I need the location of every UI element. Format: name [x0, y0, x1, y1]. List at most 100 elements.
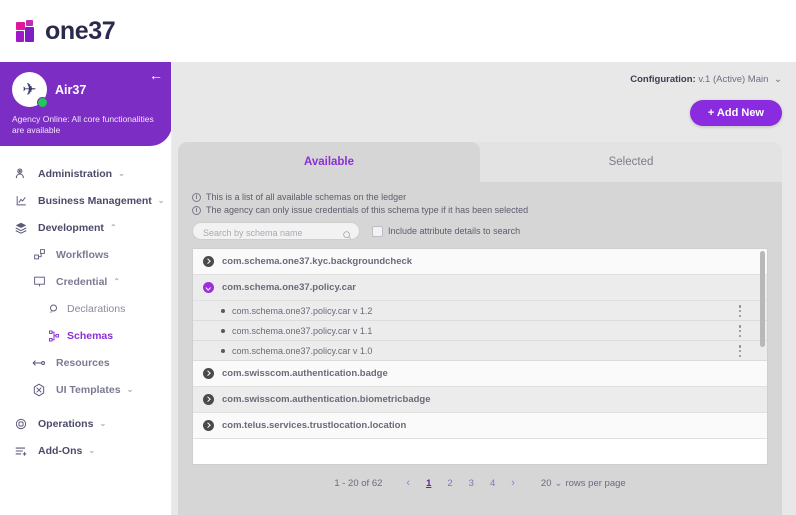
sidebar-item-label: Schemas	[67, 329, 114, 342]
airplane-globe-avatar-icon: ✈	[22, 80, 37, 99]
pagination-page-2[interactable]: 2	[439, 478, 460, 489]
bullet-icon	[221, 308, 225, 313]
chevron-down-icon: ⌄	[157, 196, 165, 205]
pagination-range: 1 - 20 of 62	[334, 477, 383, 489]
pagination-next-button[interactable]: ›	[503, 477, 523, 489]
sidebar-item-schemas[interactable]: Schemas	[0, 322, 171, 349]
add-new-button[interactable]: + Add New	[689, 100, 782, 126]
chevron-right-circle-icon[interactable]	[203, 368, 214, 379]
sidebar-item-credential[interactable]: Credential ⌃	[0, 268, 171, 295]
schemas-nodes-icon	[46, 328, 61, 343]
sidebar-item-label: Development	[38, 221, 104, 234]
sidebar-item-label: Workflows	[56, 248, 109, 261]
sidebar-item-ui-templates[interactable]: UI Templates ⌄	[0, 376, 171, 403]
chevron-right-circle-icon[interactable]	[203, 394, 214, 405]
body-wrapper: ← ✈ Air37 Agency Online: All core functi…	[0, 62, 796, 515]
configuration-label: Configuration:	[630, 74, 696, 85]
schemas-card: Available Selected i This is a list of a…	[178, 142, 782, 515]
schema-name: com.telus.services.trustlocation.locatio…	[222, 420, 407, 431]
schema-row[interactable]: com.swisscom.authentication.biometricbad…	[193, 387, 767, 413]
checkbox-box[interactable]	[372, 225, 383, 237]
schema-version-label: com.schema.one37.policy.car v 1.2	[232, 305, 373, 316]
search-input[interactable]	[193, 225, 359, 241]
sidebar-item-add-ons[interactable]: Add-Ons ⌄	[0, 437, 171, 464]
pagination-page-4[interactable]: 4	[482, 478, 503, 489]
sidebar-item-operations[interactable]: Operations ⌄	[0, 410, 171, 437]
avatar: ✈	[12, 72, 48, 108]
schema-version-label: com.schema.one37.policy.car v 1.1	[232, 325, 373, 336]
pagination-page-1[interactable]: 1	[418, 478, 439, 489]
sidebar-item-label: Declarations	[67, 302, 126, 315]
pagination-prev-button[interactable]: ‹	[398, 477, 418, 489]
checkbox-label: Include attribute details to search	[388, 226, 521, 236]
sidebar: ← ✈ Air37 Agency Online: All core functi…	[0, 62, 172, 515]
chevron-down-icon: ⌄	[126, 385, 134, 394]
schema-version-group: com.schema.one37.policy.car v 1.2 com.sc…	[193, 301, 767, 361]
chevron-down-circle-icon[interactable]	[203, 282, 214, 293]
kebab-menu-icon[interactable]	[735, 305, 745, 317]
info-text: This is a list of all available schemas …	[206, 192, 407, 202]
available-panel: i This is a list of all available schema…	[178, 182, 782, 515]
chevron-down-icon: ⌄	[118, 169, 125, 178]
brand-name: one37	[45, 16, 116, 45]
sidebar-item-development[interactable]: Development ⌃	[0, 214, 171, 241]
pagination: 1 - 20 of 62 ‹ 1 2 3 4 › 20 ⌄ rows per pag…	[192, 477, 768, 489]
ui-templates-icon	[30, 381, 48, 399]
sidebar-nav: Administration ⌄ Business Management ⌄ D…	[0, 146, 171, 464]
sidebar-item-label: Add-Ons	[38, 444, 83, 457]
info-text: The agency can only issue credentials of…	[206, 205, 529, 215]
sidebar-item-declarations[interactable]: Declarations	[0, 295, 171, 322]
chevron-down-icon: ⌄	[774, 74, 782, 85]
workflows-icon	[30, 246, 48, 264]
list-scrollbar[interactable]	[760, 251, 765, 347]
declarations-search-icon	[46, 301, 61, 316]
agency-status-text: Agency Online: All core functionalities …	[12, 114, 154, 135]
rows-per-page-label: rows per page	[565, 477, 626, 489]
administration-icon	[12, 165, 30, 183]
schema-row[interactable]: com.telus.services.trustlocation.locatio…	[193, 413, 767, 439]
sidebar-item-business-management[interactable]: Business Management ⌄	[0, 187, 171, 214]
schema-row[interactable]: com.swisscom.authentication.badge	[193, 361, 767, 387]
kebab-menu-icon[interactable]	[735, 345, 745, 357]
agency-row: ✈ Air37	[12, 72, 160, 108]
schema-name: com.swisscom.authentication.biometricbad…	[222, 394, 431, 405]
tab-available[interactable]: Available	[178, 142, 480, 182]
search-row: Include attribute details to search	[192, 222, 768, 241]
info-circle-icon: i	[192, 192, 201, 202]
schema-name: com.schema.one37.policy.car	[222, 282, 356, 293]
main-content: Configuration: v.1 (Active) Main ⌄ + Add…	[172, 62, 796, 515]
credential-icon	[30, 273, 48, 291]
sidebar-item-workflows[interactable]: Workflows	[0, 241, 171, 268]
sidebar-item-label: Administration	[38, 167, 113, 180]
kebab-menu-icon[interactable]	[735, 325, 745, 337]
agency-card: ← ✈ Air37 Agency Online: All core functi…	[0, 62, 171, 146]
include-attribute-details-checkbox[interactable]: Include attribute details to search	[372, 225, 521, 237]
schema-version-row[interactable]: com.schema.one37.policy.car v 1.1	[193, 321, 767, 341]
schema-row[interactable]: com.schema.one37.policy.car	[193, 275, 767, 301]
pagination-page-3[interactable]: 3	[461, 478, 482, 489]
chevron-up-icon: ⌃	[113, 277, 121, 286]
agency-name: Air37	[55, 82, 87, 97]
arrow-left-icon[interactable]: ←	[149, 68, 163, 82]
sidebar-item-resources[interactable]: Resources	[0, 349, 171, 376]
schema-name: com.swisscom.authentication.badge	[222, 368, 388, 379]
development-stack-icon	[12, 219, 30, 237]
add-ons-icon	[12, 442, 30, 460]
resources-arrows-icon	[30, 354, 48, 372]
tab-bar: Available Selected	[178, 142, 782, 182]
schema-version-row[interactable]: com.schema.one37.policy.car v 1.0	[193, 341, 767, 361]
chevron-right-circle-icon[interactable]	[203, 420, 214, 431]
chevron-down-icon: ⌄	[554, 477, 563, 489]
info-circle-icon: i	[192, 205, 201, 215]
rows-per-page-selector[interactable]: 20 ⌄ rows per page	[541, 478, 626, 489]
info-line-1: i This is a list of all available schema…	[192, 192, 768, 202]
schema-name: com.schema.one37.kyc.backgroundcheck	[222, 256, 413, 267]
tab-selected[interactable]: Selected	[480, 142, 782, 182]
configuration-selector[interactable]: Configuration: v.1 (Active) Main ⌄	[172, 74, 782, 85]
bullet-icon	[221, 328, 225, 333]
search-icon[interactable]	[342, 227, 352, 239]
schema-version-row[interactable]: com.schema.one37.policy.car v 1.2	[193, 301, 767, 321]
sidebar-item-administration[interactable]: Administration ⌄	[0, 160, 171, 187]
schema-row[interactable]: com.schema.one37.kyc.backgroundcheck	[193, 249, 767, 275]
chevron-right-circle-icon[interactable]	[203, 256, 214, 267]
